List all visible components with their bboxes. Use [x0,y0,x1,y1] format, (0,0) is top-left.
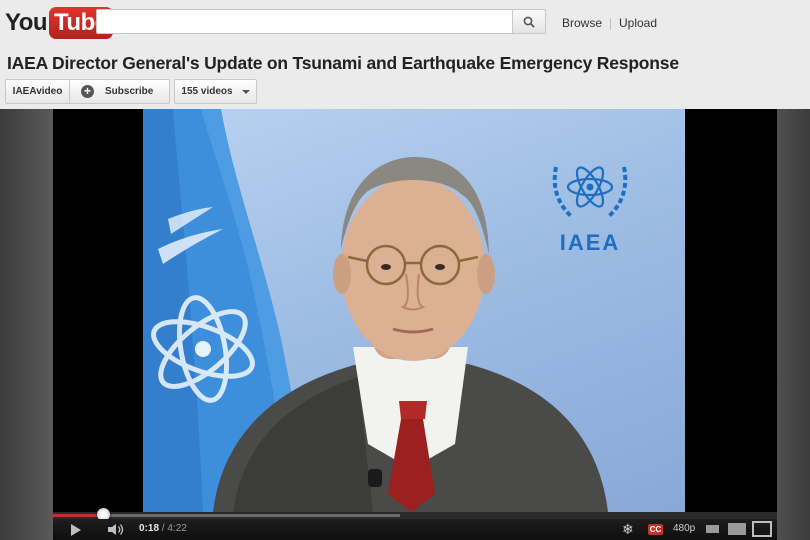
logo-you-text: You [5,8,48,36]
player-stage: IAEA 0:18 / 4:22 ❄ CC 480p [0,109,810,540]
small-player-icon[interactable] [706,525,719,533]
iaea-logo-text: IAEA [560,230,621,255]
iaea-emblem [552,166,628,219]
time-display: 0:18 / 4:22 [139,523,187,534]
subscribe-button[interactable]: + Subscribe [70,79,170,104]
header-bar: You Tube Browse | Upload IAEA Director G… [0,0,810,109]
videos-dropdown[interactable]: 155 videos [174,79,257,104]
progress-bar[interactable] [53,508,777,521]
search-box [96,9,512,34]
control-bar: 0:18 / 4:22 ❄ CC 480p [53,519,777,540]
browse-link[interactable]: Browse [562,16,602,30]
nav-separator: | [609,16,613,30]
fullscreen-icon[interactable] [752,521,772,537]
annotations-icon[interactable]: ❄ [622,521,634,538]
chevron-down-icon [241,89,250,94]
video-frame-image: IAEA [143,109,628,512]
captions-button[interactable]: CC [648,524,663,535]
search-button[interactable] [512,9,546,34]
large-player-icon[interactable] [728,523,746,535]
search-icon [523,16,535,28]
plus-icon: + [81,85,94,98]
quality-selector[interactable]: 480p [673,523,695,534]
progress-played [53,514,103,517]
video-frame[interactable]: IAEA [143,109,685,512]
current-time: 0:18 [139,523,160,534]
videos-count: 155 videos [181,86,233,97]
channel-button[interactable]: IAEAvideo [5,79,70,104]
video-title: IAEA Director General's Update on Tsunam… [7,53,679,73]
play-icon[interactable] [71,524,81,536]
subscribe-label: Subscribe [105,86,154,97]
player-controls: 0:18 / 4:22 ❄ CC 480p [53,508,777,540]
upload-link[interactable]: Upload [619,16,657,30]
video-player[interactable]: IAEA [53,109,777,512]
volume-icon[interactable] [107,523,125,536]
channel-name: IAEAvideo [12,86,63,97]
duration: 4:22 [167,523,187,534]
search-input[interactable] [97,10,512,33]
